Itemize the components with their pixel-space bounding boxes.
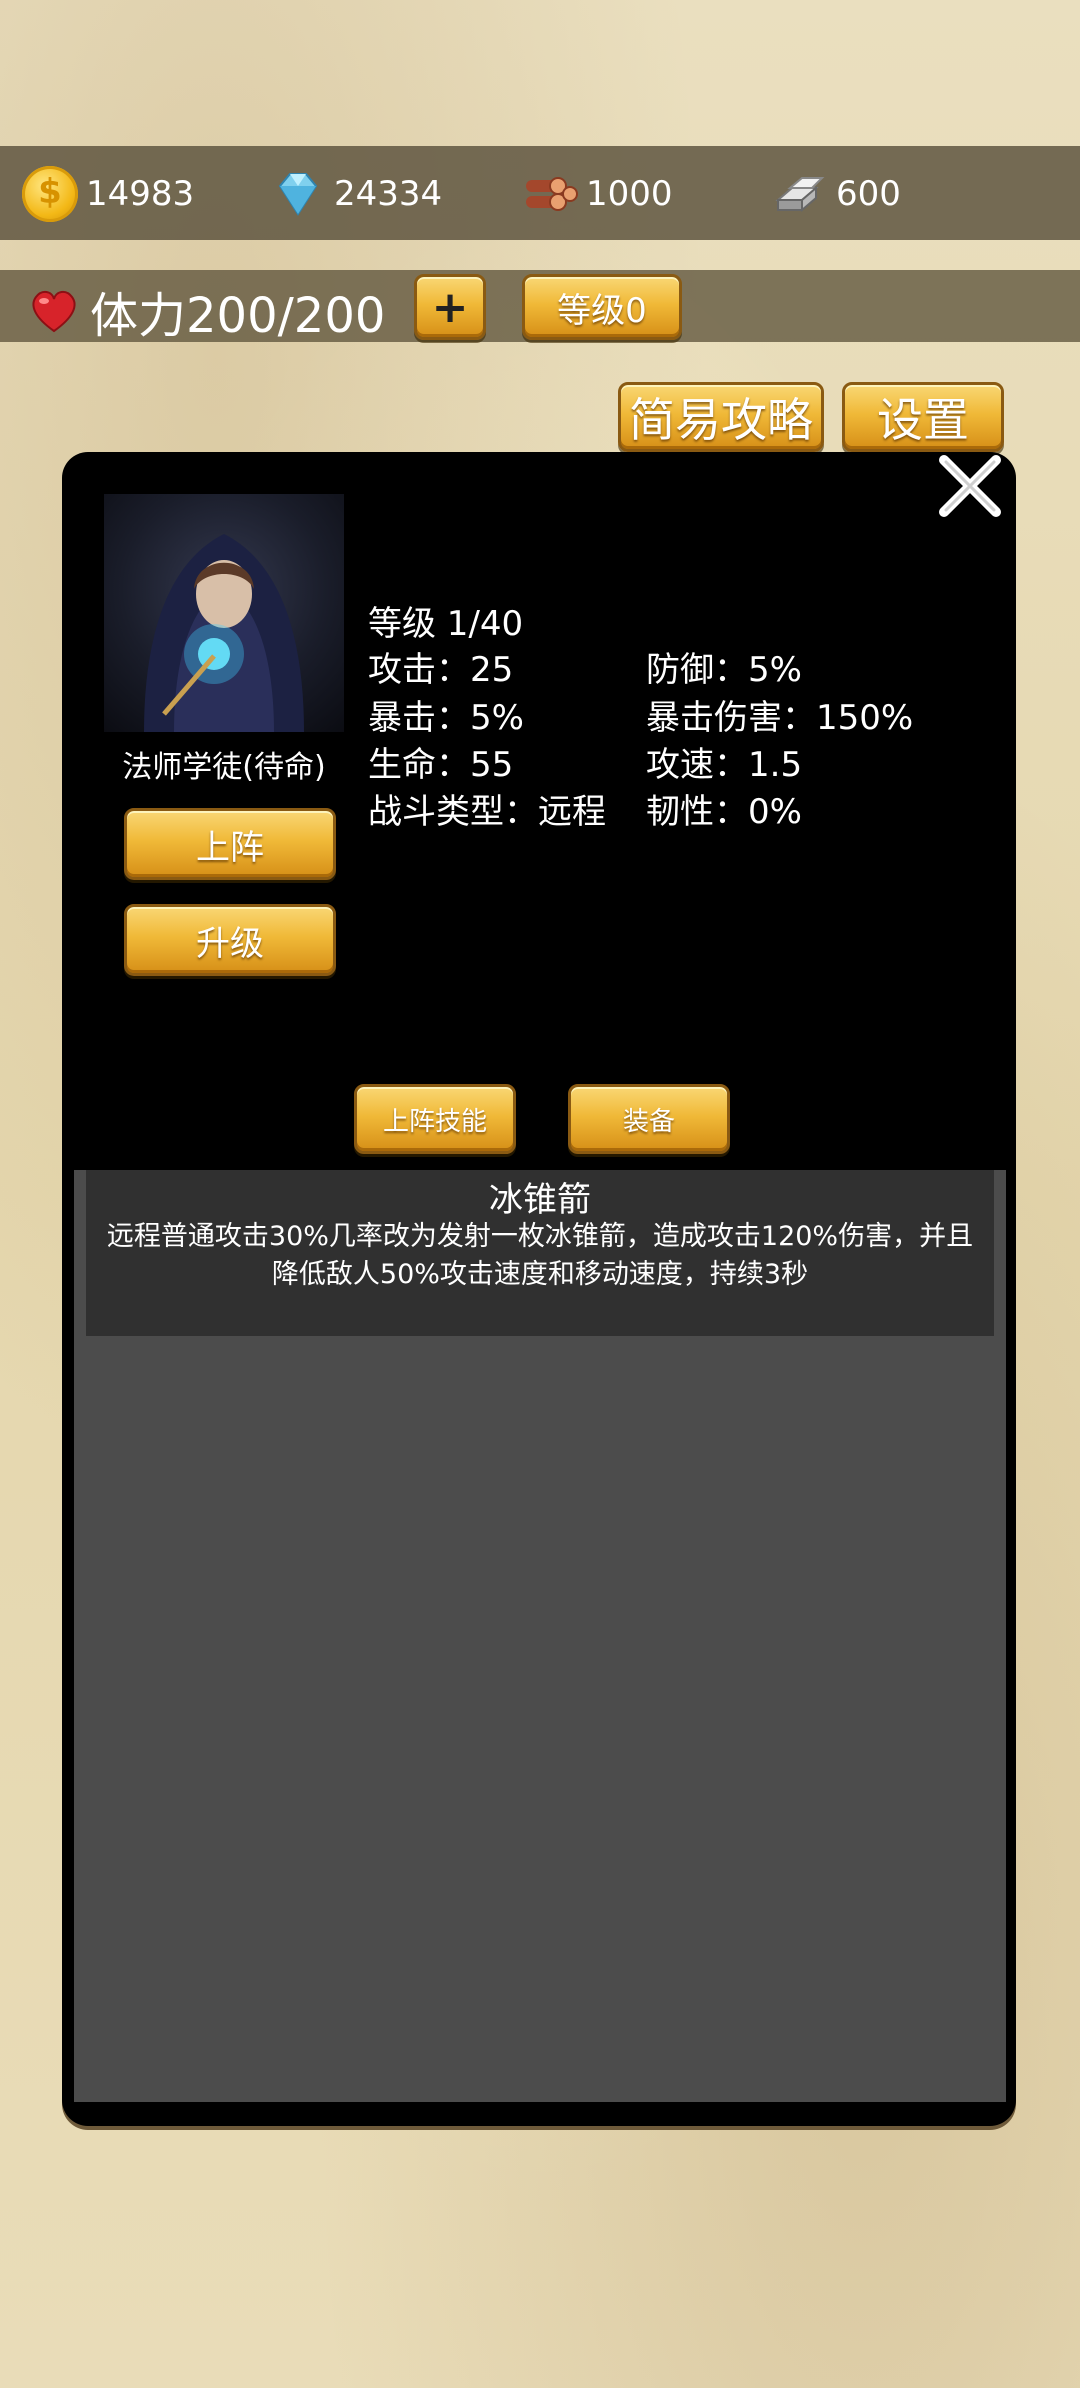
diamond-icon (270, 166, 326, 222)
guide-button-label: 简易攻略 (629, 393, 813, 447)
upgrade-button-label: 升级 (196, 923, 264, 964)
gold-amount: 14983 (86, 174, 195, 214)
diamond-amount: 24334 (334, 174, 443, 214)
plus-icon: + (431, 281, 469, 333)
iron-resource: 600 (772, 166, 901, 222)
skill-description: 远程普通攻击30%几率改为发射一枚冰锥箭，造成攻击120%伤害，并且降低敌人50… (106, 1221, 974, 1290)
stat-defense: 防御：5% (646, 650, 802, 690)
tab-skills[interactable]: 上阵技能 (354, 1084, 516, 1154)
stat-combat-type: 战斗类型：远程 (368, 792, 606, 832)
heart-icon (32, 291, 76, 333)
stat-crit-damage: 暴击伤害：150% (646, 698, 914, 738)
wood-amount: 1000 (586, 174, 673, 214)
iron-amount: 600 (836, 174, 901, 214)
settings-button[interactable]: 设置 (842, 382, 1004, 452)
diamond-resource: 24334 (270, 166, 442, 222)
gold-resource: 14983 (22, 166, 194, 222)
stat-toughness: 韧性：0% (646, 792, 802, 832)
stamina-display: 体力200/200 (28, 276, 385, 346)
stamina-text: 体力200/200 (90, 288, 386, 344)
tab-equipment-label: 装备 (622, 1106, 675, 1137)
iron-ingot-icon (772, 166, 828, 222)
stat-attack: 攻击：25 (368, 650, 514, 690)
deploy-button[interactable]: 上阵 (124, 808, 336, 880)
gold-coin-icon (22, 166, 78, 222)
hero-portrait (104, 494, 344, 732)
wood-resource: 1000 (522, 166, 673, 222)
deploy-button-label: 上阵 (196, 827, 264, 868)
stat-crit: 暴击：5% (368, 698, 524, 738)
skill-name: 冰锥箭 (489, 1180, 591, 1220)
level-button[interactable]: 等级0 (522, 274, 682, 340)
stat-attack-speed: 攻速：1.5 (646, 745, 803, 785)
add-stamina-button[interactable]: + (414, 274, 486, 340)
hero-name: 法师学徒(待命) (122, 750, 326, 785)
wood-logs-icon (522, 166, 578, 222)
stat-hp: 生命：55 (368, 745, 514, 785)
settings-button-label: 设置 (877, 393, 969, 447)
close-icon[interactable] (932, 450, 1006, 524)
tab-skills-label: 上阵技能 (382, 1106, 487, 1137)
upgrade-button[interactable]: 升级 (124, 904, 336, 976)
level-button-label: 等级0 (557, 290, 647, 331)
tab-equipment[interactable]: 装备 (568, 1084, 730, 1154)
stat-level: 等级 1/40 (368, 604, 524, 644)
guide-button[interactable]: 简易攻略 (618, 382, 824, 452)
